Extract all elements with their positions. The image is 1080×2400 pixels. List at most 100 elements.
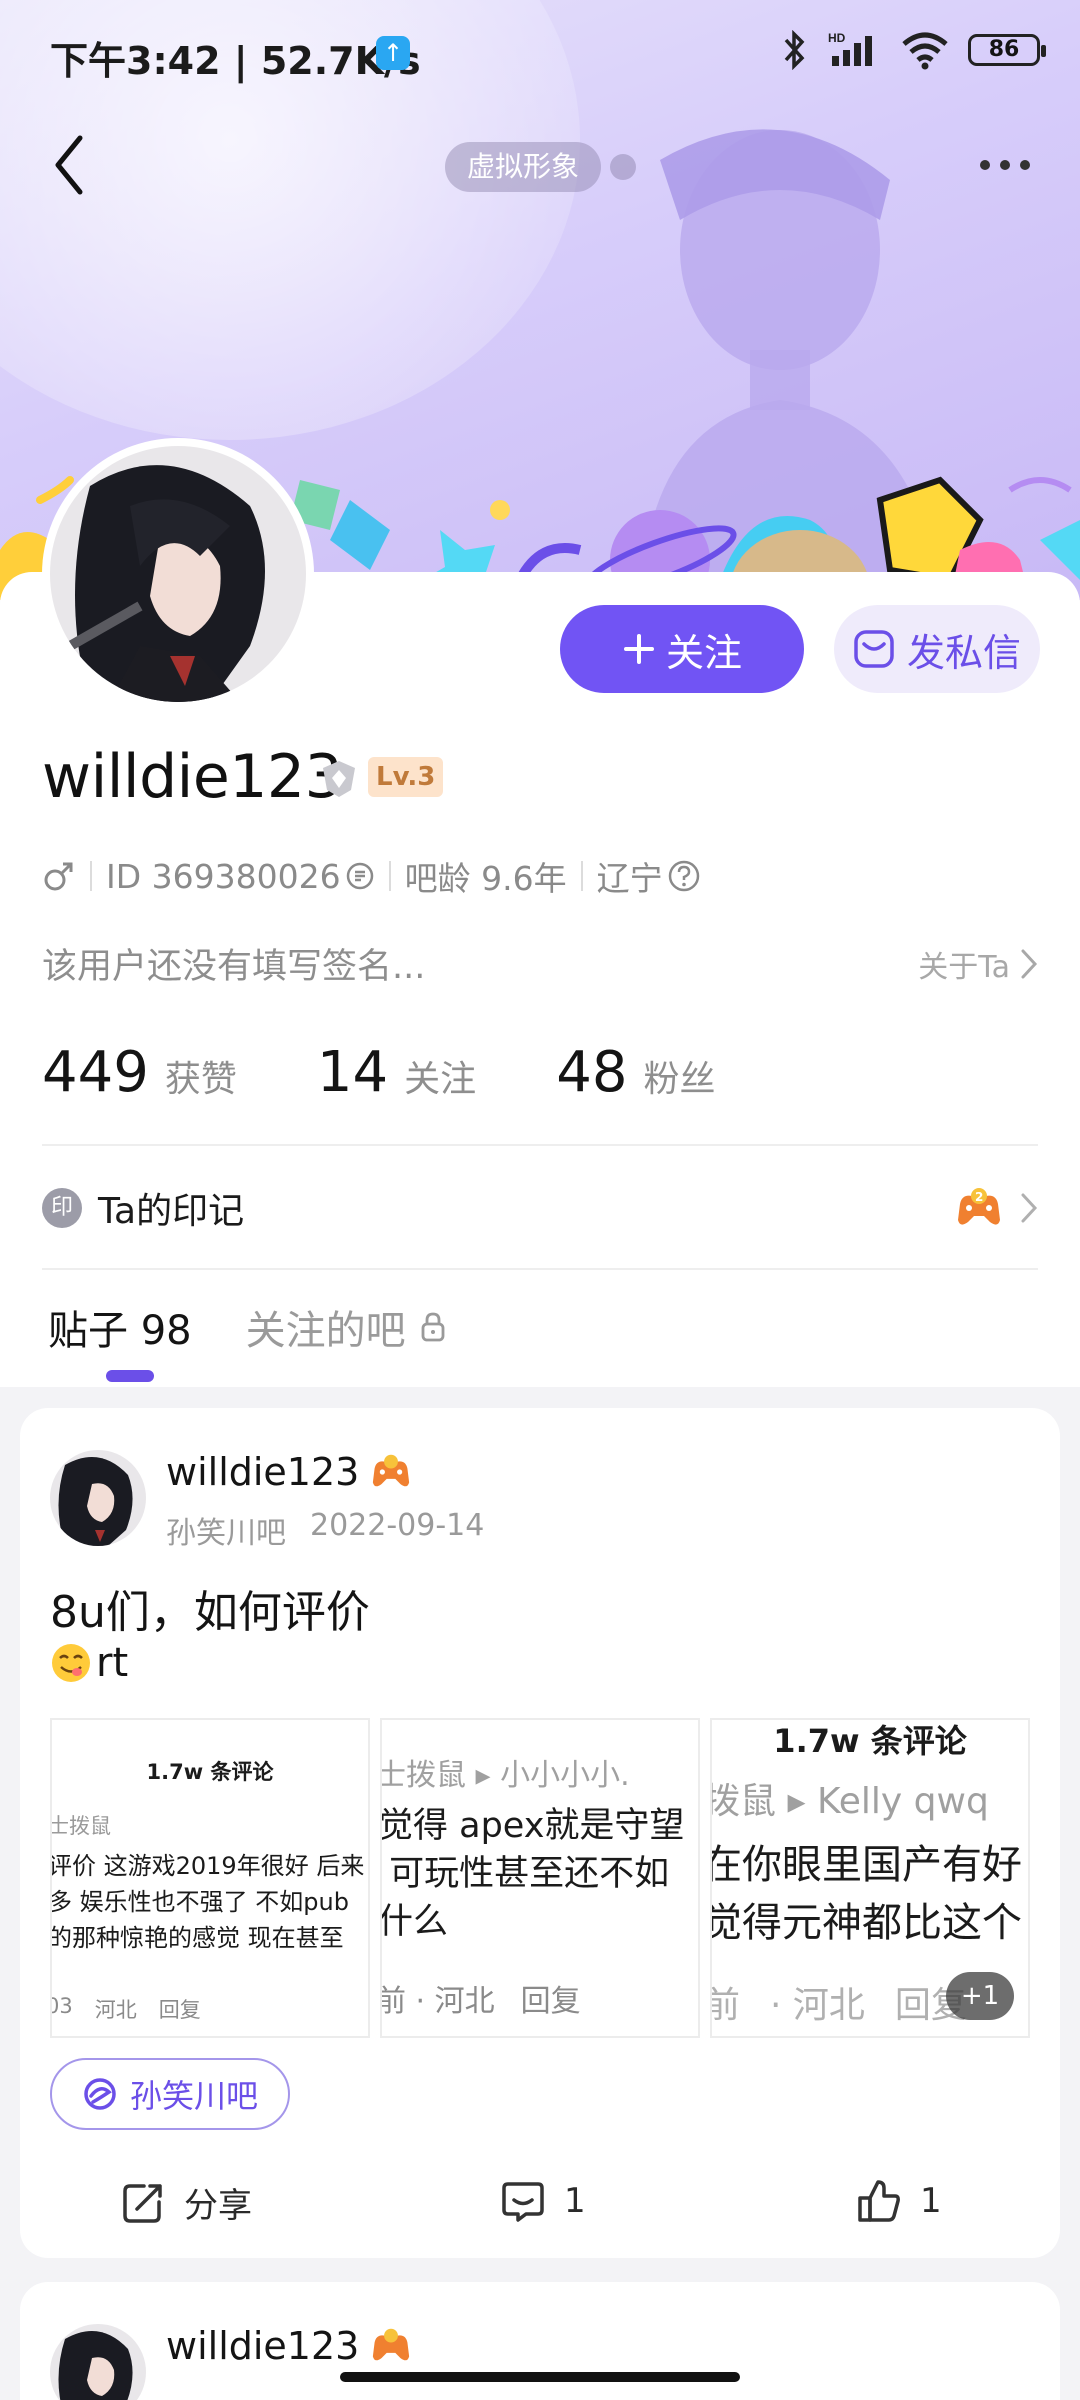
post-meta: 孙笑川吧 2022-09-14 — [166, 1508, 484, 1552]
post-image-3[interactable]: 1.7w 条评论 拨鼠 ▸ Kelly qwq 在你眼里国产有好 觉得元神都比这… — [710, 1718, 1030, 2038]
thumb3-text: 在你眼里国产有好 觉得元神都比这个 — [710, 1836, 1022, 1952]
thumb3-time: 前 — [712, 1976, 740, 2028]
avatar-image — [50, 446, 306, 702]
status-time: 下午3:42 | 52.7K/s — [50, 39, 421, 83]
tab-indicator — [106, 1370, 154, 1382]
thumb2-user: 士拨鼠 ▸ 小小小小. — [380, 1758, 630, 1793]
post-author-avatar[interactable] — [50, 1450, 146, 1546]
divider — [42, 1144, 1038, 1146]
status-icons: HD 86 — [780, 30, 1046, 70]
avatar-image — [50, 1450, 146, 1546]
like-button[interactable]: 1 — [856, 2178, 942, 2224]
about-link[interactable]: 关于Ta — [918, 942, 1038, 986]
share-label: 分享 — [184, 2186, 252, 2226]
post-author[interactable]: willdie123 — [166, 2324, 413, 2368]
virtual-avatar-tag[interactable]: 虚拟形象 — [445, 142, 602, 192]
post-author-name: willdie123 — [166, 2324, 360, 2368]
upload-notification-icon: ↑ — [376, 36, 410, 70]
thumb1-footer: 03 河北 回复 — [52, 1994, 201, 2024]
bluetooth-icon — [784, 30, 805, 70]
gamepad-badge-icon — [373, 1454, 410, 1487]
thumb2-footer: 前 · 河北 回复 — [380, 1976, 581, 2020]
thumb3-location: · 河北 — [770, 1985, 865, 2026]
tab-posts[interactable]: 贴子 98 — [48, 1298, 192, 1356]
profile-tabs: 贴子 98 关注的吧 — [48, 1298, 448, 1356]
thumb3-line: 在你眼里国产有好 — [710, 1842, 1022, 1888]
svg-text:HD: HD — [828, 31, 846, 45]
thumb3-line: 觉得元神都比这个 — [710, 1900, 1022, 1946]
yum-emoji-icon — [52, 1644, 90, 1682]
message-icon — [854, 630, 894, 668]
post-date: 2022-09-14 — [310, 1508, 485, 1543]
chevron-right-icon — [1021, 949, 1038, 978]
home-indicator[interactable] — [340, 2372, 740, 2382]
wifi-icon — [902, 32, 948, 70]
forum-icon — [84, 2078, 116, 2110]
thumb3-user: 拨鼠 ▸ Kelly qwq — [710, 1781, 989, 1822]
thumb1-line: 多 娱乐性也不强了 不如pub — [50, 1888, 349, 1916]
post-image-2[interactable]: 士拨鼠 ▸ 小小小小. 觉得 apex就是守望 可玩性甚至还不如 什么 前 · … — [380, 1718, 700, 2038]
more-options-icon[interactable] — [970, 140, 1040, 190]
battery-indicator: 86 — [968, 34, 1046, 66]
thumb3-header: 1.7w 条评论 — [773, 1722, 967, 1760]
send-message-button[interactable]: 发私信 — [834, 605, 1040, 693]
gamepad-badge-icon — [373, 2328, 410, 2361]
about-label: 关于Ta — [918, 949, 1010, 985]
like-count: 1 — [920, 2181, 942, 2221]
lock-icon — [421, 1312, 445, 1342]
thumb1-header: 1.7w 条评论 — [146, 1760, 274, 1784]
avatar-tag-dot — [610, 154, 636, 180]
post-card[interactable]: willdie123 — [20, 2282, 1060, 2400]
bar-age: 吧龄 9.6年 — [404, 859, 567, 898]
stat-likes[interactable]: 449 获赞 — [42, 1040, 237, 1105]
thumb2-line: 可玩性甚至还不如 — [380, 1854, 670, 1894]
post-author[interactable]: willdie123 — [166, 1450, 413, 1494]
chevron-right-icon — [1021, 1193, 1038, 1223]
post-card[interactable]: willdie123 孙笑川吧 2022-09-14 8u们，如何评价 rt 1… — [20, 1408, 1060, 2258]
user-id[interactable]: ID 369380026 — [106, 857, 341, 896]
comment-button[interactable]: 1 — [500, 2178, 586, 2224]
thumb1-time: 03 — [52, 1994, 73, 2018]
divider — [42, 1268, 1038, 1270]
thumb2-line: 觉得 apex就是守望 — [380, 1806, 685, 1846]
avatar[interactable] — [42, 438, 314, 710]
thumb2-reply: 回复 — [520, 1984, 581, 2019]
thumb1-location: 河北 — [94, 1998, 137, 2022]
marks-row[interactable]: 印 Ta的印记 2 — [42, 1178, 1038, 1238]
tab-followed-bars[interactable]: 关注的吧 — [246, 1298, 448, 1356]
copy-icon[interactable] — [345, 861, 375, 891]
post-images: 1.7w 条评论 士拨鼠 评价 这游戏2019年很好 后来 多 娱乐性也不强了 … — [50, 1718, 1030, 2038]
male-gender-icon — [44, 862, 73, 891]
following-label: 关注 — [404, 1059, 477, 1100]
post-forum[interactable]: 孙笑川吧 — [166, 1508, 286, 1552]
marks-label: Ta的印记 — [98, 1191, 245, 1232]
likes-count: 449 — [42, 1040, 149, 1105]
post-author-avatar[interactable] — [50, 2324, 146, 2400]
followed-bars-label: 关注的吧 — [245, 1308, 406, 1354]
share-button[interactable]: 分享 — [120, 2178, 252, 2227]
back-icon[interactable] — [46, 130, 96, 200]
thumb1-line: 评价 这游戏2019年很好 后来 — [50, 1852, 365, 1880]
thumb1-reply: 回复 — [158, 1998, 201, 2022]
post-image-1[interactable]: 1.7w 条评论 士拨鼠 评价 这游戏2019年很好 后来 多 娱乐性也不强了 … — [50, 1718, 370, 2038]
likes-label: 获赞 — [164, 1059, 237, 1100]
stat-fans[interactable]: 48 粉丝 — [556, 1040, 715, 1105]
stat-following[interactable]: 14 关注 — [317, 1040, 476, 1105]
fans-label: 粉丝 — [643, 1059, 716, 1100]
help-icon[interactable] — [667, 859, 701, 893]
forum-chip[interactable]: 孙笑川吧 — [50, 2058, 291, 2130]
more-images-badge[interactable]: +1 — [946, 1972, 1014, 2020]
share-icon — [123, 2183, 162, 2223]
post-title[interactable]: 8u们，如何评价 — [50, 1576, 370, 1640]
thumb2-time-location: 前 · 河北 — [380, 1984, 495, 2019]
thumb2-text: 觉得 apex就是守望 可玩性甚至还不如 什么 — [380, 1802, 698, 1946]
forum-chip-label: 孙笑川吧 — [130, 2077, 259, 2115]
gamepad-badge-icon: 2 — [958, 1188, 1000, 1225]
username: willdie123 — [42, 742, 343, 812]
shield-badge-icon — [323, 761, 355, 797]
thumb2-line: 什么 — [380, 1902, 449, 1942]
thumb1-text: 评价 这游戏2019年很好 后来 多 娱乐性也不强了 不如pub 的那种惊艳的感… — [50, 1848, 368, 1956]
follow-button[interactable]: 关注 — [560, 605, 804, 693]
signal-icon: HD — [828, 31, 872, 66]
post-body[interactable]: rt — [50, 1640, 128, 1686]
